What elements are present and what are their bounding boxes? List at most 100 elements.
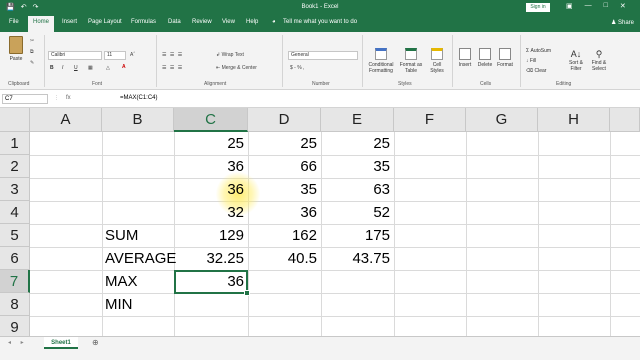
cell-c6[interactable]: 32.25 (174, 247, 248, 270)
share-button[interactable]: ♟ Share (611, 19, 634, 26)
cell-d2[interactable]: 66 (248, 155, 321, 178)
row-header-8[interactable]: 8 (0, 293, 30, 316)
left-align-icons[interactable]: ☰ ☰ ☰ (162, 65, 183, 71)
fill-color-icon[interactable]: △ (106, 65, 110, 71)
cell-c2[interactable]: 36 (174, 155, 248, 178)
cell-d3[interactable]: 35 (248, 178, 321, 201)
number-format-buttons[interactable]: $ - % , (290, 65, 304, 71)
cut-icon[interactable]: ✂ (30, 38, 34, 44)
name-box[interactable]: C7 (2, 94, 48, 104)
row-header-3[interactable]: 3 (0, 178, 30, 201)
delete-cells-button[interactable]: Delete (476, 48, 494, 68)
sort-filter-button[interactable]: A↓ Sort & Filter (564, 48, 588, 72)
row-header-7[interactable]: 7 (0, 270, 30, 293)
cell-e5[interactable]: 175 (321, 224, 394, 247)
insert-function-button[interactable]: fx (66, 95, 71, 101)
cell-e3[interactable]: 63 (321, 178, 394, 201)
find-select-button[interactable]: ⚲ Find & Select (588, 48, 610, 72)
select-all-corner[interactable] (0, 108, 30, 132)
insert-cells-label: Insert (458, 62, 472, 68)
column-header-f[interactable]: F (394, 108, 466, 132)
insert-cells-button[interactable]: Insert (456, 48, 474, 68)
row-header-5[interactable]: 5 (0, 224, 30, 247)
cell-d5[interactable]: 162 (248, 224, 321, 247)
cell-e6[interactable]: 43.75 (321, 247, 394, 270)
cell-d1[interactable]: 25 (248, 132, 321, 155)
formula-input[interactable]: =MAX(C1:C4) (120, 95, 158, 101)
tab-data[interactable]: Data (168, 19, 181, 25)
row-header-1[interactable]: 1 (0, 132, 30, 155)
cell-b6[interactable]: AVERAGE (102, 247, 176, 270)
fill-label: Fill (529, 58, 537, 64)
clear-button[interactable]: ⌫ Clear (526, 68, 546, 74)
column-header-partial[interactable] (610, 108, 640, 132)
column-header-e[interactable]: E (321, 108, 394, 132)
cell-styles-button[interactable]: Cell Styles (426, 48, 448, 74)
wrap-text-button[interactable]: ↲ Wrap Text (216, 52, 244, 58)
cell-e4[interactable]: 52 (321, 201, 394, 224)
cell-c3[interactable]: 36 (174, 178, 248, 201)
column-header-b[interactable]: B (102, 108, 174, 132)
cell-b8[interactable]: MIN (102, 293, 174, 316)
row-header-4[interactable]: 4 (0, 201, 30, 224)
column-header-d[interactable]: D (248, 108, 321, 132)
ribbon: Paste ✂ ⧉ ✎ Clipboard Calibri 11 Aˆ B I … (0, 32, 640, 90)
column-header-g[interactable]: G (466, 108, 538, 132)
number-format-select[interactable]: General (288, 51, 358, 60)
tab-review[interactable]: Review (192, 19, 212, 25)
column-header-a[interactable]: A (30, 108, 102, 132)
tab-page-layout[interactable]: Page Layout (88, 19, 122, 25)
italic-button[interactable]: I (62, 65, 63, 71)
cell-e2[interactable]: 35 (321, 155, 394, 178)
row-header-9[interactable]: 9 (0, 316, 30, 336)
format-as-table-button[interactable]: Format as Table (398, 48, 424, 74)
fill-button[interactable]: ↓ Fill (526, 58, 536, 64)
font-size-select[interactable]: 11 (104, 51, 126, 60)
borders-icon[interactable]: ▦ (88, 65, 93, 71)
fill-handle[interactable] (244, 290, 250, 296)
sheet-tab-sheet1[interactable]: Sheet1 (44, 337, 78, 349)
cell-d6[interactable]: 40.5 (248, 247, 321, 270)
add-sheet-icon[interactable]: ⊕ (92, 338, 99, 347)
column-header-h[interactable]: H (538, 108, 610, 132)
tab-view[interactable]: View (222, 19, 235, 25)
autosum-button[interactable]: Σ AutoSum (526, 48, 551, 54)
cell-b7[interactable]: MAX (102, 270, 174, 293)
minimize-icon[interactable]: — (585, 2, 592, 10)
cell-c1[interactable]: 25 (174, 132, 248, 155)
underline-button[interactable]: U (74, 65, 78, 71)
tab-insert[interactable]: Insert (62, 19, 77, 25)
format-cells-button[interactable]: Format (496, 48, 514, 68)
more-icon[interactable]: ⋮ (54, 95, 59, 101)
row-header-2[interactable]: 2 (0, 155, 30, 178)
tab-help[interactable]: Help (246, 19, 258, 25)
font-name-select[interactable]: Calibri (48, 51, 102, 60)
merge-center-button[interactable]: ⇤ Merge & Center (216, 65, 257, 71)
tab-file[interactable]: File (9, 19, 19, 25)
gridline (538, 132, 539, 336)
close-icon[interactable]: ✕ (620, 2, 626, 10)
copy-icon[interactable]: ⧉ (30, 49, 34, 55)
cell-c5[interactable]: 129 (174, 224, 248, 247)
ribbon-options-icon[interactable]: ▣ (566, 2, 573, 10)
tab-home[interactable]: Home (28, 16, 55, 32)
conditional-formatting-button[interactable]: Conditional Formatting (364, 48, 398, 74)
format-painter-icon[interactable]: ✎ (30, 60, 34, 66)
tab-formulas[interactable]: Formulas (131, 19, 156, 25)
maximize-icon[interactable]: □ (604, 2, 608, 10)
worksheet-grid[interactable]: A B C D E F G H 1 2 3 4 5 6 7 8 9 25 25 … (0, 108, 640, 336)
cell-c4[interactable]: 32 (174, 201, 248, 224)
cell-e1[interactable]: 25 (321, 132, 394, 155)
cell-d4[interactable]: 36 (248, 201, 321, 224)
paste-button[interactable]: Paste (6, 36, 26, 62)
font-grow-icon[interactable]: Aˆ (130, 52, 135, 58)
top-align-icons[interactable]: ☰ ☰ ☰ (162, 52, 183, 58)
tell-me-search[interactable]: Tell me what you want to do (283, 19, 357, 25)
bold-button[interactable]: B (50, 65, 54, 71)
sheet-nav-arrows[interactable]: ◂ ▸ (8, 339, 28, 346)
column-header-c[interactable]: C (174, 108, 248, 132)
sign-in-button[interactable]: Sign in (526, 3, 550, 12)
font-color-icon[interactable]: A (122, 64, 126, 70)
cell-b5[interactable]: SUM (102, 224, 174, 247)
row-header-6[interactable]: 6 (0, 247, 30, 270)
